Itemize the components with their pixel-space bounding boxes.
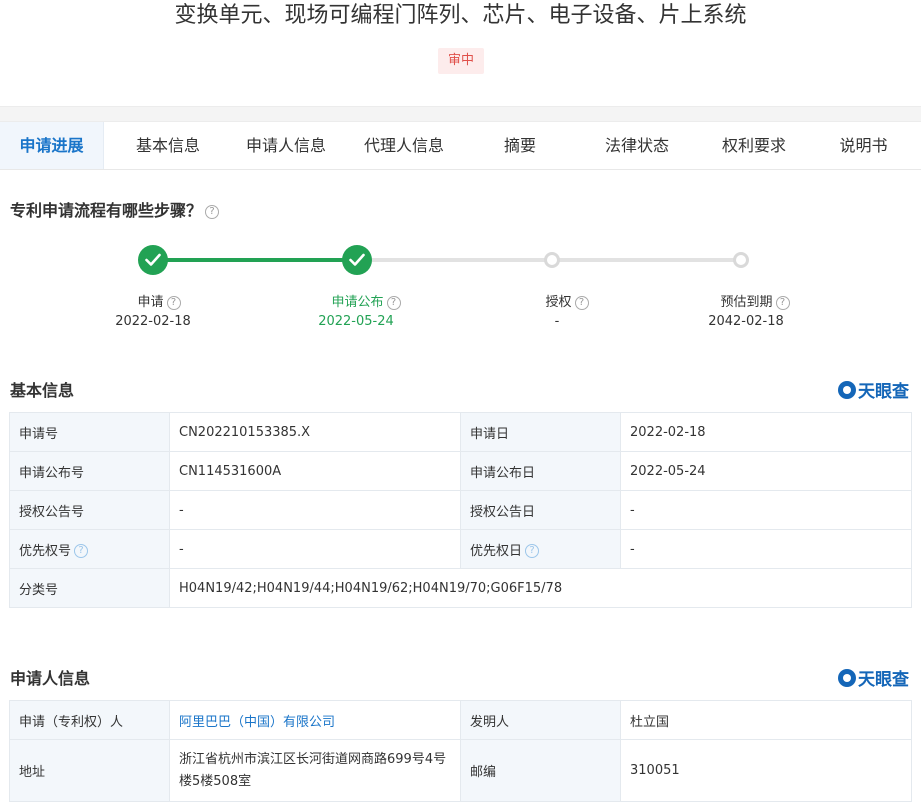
- brand-icon: [838, 668, 856, 687]
- question-circle-icon[interactable]: ?: [166, 295, 181, 310]
- basic-info-table: 申请号 CN202210153385.X 申请日 2022-02-18 申请公布…: [9, 412, 912, 608]
- tab-description[interactable]: 说明书: [806, 122, 921, 169]
- tab-bar: 申请进展 基本信息 申请人信息 代理人信息 摘要 法律状态 权利要求 说明书: [0, 122, 921, 170]
- brand-icon: [838, 380, 856, 399]
- step-todo-marker: [544, 252, 560, 268]
- table-cell-value: -: [169, 529, 461, 569]
- tab-basic-info[interactable]: 基本信息: [104, 122, 232, 169]
- table-cell-value: 杜立国: [620, 700, 912, 740]
- table-cell-value: 阿里巴巴（中国）有限公司: [169, 700, 461, 740]
- table-cell-value: -: [620, 490, 912, 530]
- table-cell-value: 浙江省杭州市滨江区长河街道网商路699号4号楼5楼508室: [169, 739, 461, 802]
- step-date: 2022-05-24: [318, 314, 394, 329]
- table-cell-label: 授权公告日: [460, 490, 621, 530]
- question-circle-icon[interactable]: ?: [775, 295, 790, 310]
- tab-legal-status[interactable]: 法律状态: [572, 122, 702, 169]
- section-divider: [0, 106, 921, 122]
- page-title: 变换单元、现场可编程门阵列、芯片、电子设备、片上系统: [174, 3, 747, 28]
- table-cell-label: 分类号: [9, 568, 170, 608]
- table-row: 地址 浙江省杭州市滨江区长河街道网商路699号4号楼5楼508室 邮编 3100…: [9, 739, 912, 802]
- applicant-info-table: 申请（专利权）人 阿里巴巴（中国）有限公司 发明人 杜立国 地址 浙江省杭州市滨…: [9, 700, 912, 802]
- table-row: 优先权号? - 优先权日? -: [9, 529, 912, 569]
- step-label: 申请公布?: [286, 291, 446, 310]
- progress-heading: 专利申请流程有哪些步骤？?: [10, 197, 220, 221]
- question-circle-icon[interactable]: ?: [205, 204, 220, 219]
- table-cell-label: 授权公告号: [9, 490, 170, 530]
- step-label: 预估到期?: [675, 291, 835, 310]
- table-cell-label: 申请（专利权）人: [9, 700, 170, 740]
- status-badge: 审中: [438, 48, 484, 74]
- table-cell-value: CN114531600A: [169, 451, 461, 491]
- check-icon: [145, 253, 161, 266]
- priority-number-label: 优先权号: [19, 543, 72, 559]
- step-date: -: [554, 314, 560, 329]
- step-done-marker: [342, 245, 372, 275]
- table-row: 分类号 H04N19/42;H04N19/44;H04N19/62;H04N19…: [9, 568, 912, 608]
- tab-applicant-info[interactable]: 申请人信息: [232, 122, 340, 169]
- table-cell-label: 申请号: [9, 412, 170, 452]
- brand-logo[interactable]: 天眼查: [838, 377, 909, 402]
- step-label-text: 申请公布: [331, 295, 384, 310]
- question-circle-icon[interactable]: ?: [74, 544, 89, 558]
- step-done-marker: [138, 245, 168, 275]
- brand-name: 天眼查: [858, 382, 909, 402]
- question-circle-icon[interactable]: ?: [574, 295, 589, 310]
- table-row: 授权公告号 - 授权公告日 -: [9, 490, 912, 530]
- step-label-text: 授权: [545, 295, 572, 310]
- table-cell-value: -: [620, 529, 912, 569]
- table-cell-value: 310051: [620, 739, 912, 802]
- table-row: 申请号 CN202210153385.X 申请日 2022-02-18: [9, 412, 912, 452]
- step-todo-marker: [733, 252, 749, 268]
- step-date: 2042-02-18: [708, 314, 784, 329]
- tab-claims[interactable]: 权利要求: [702, 122, 806, 169]
- table-cell-label: 邮编: [460, 739, 621, 802]
- table-cell-label: 优先权日?: [460, 529, 621, 569]
- table-cell-label: 优先权号?: [9, 529, 170, 569]
- step-label-text: 预估到期: [720, 295, 773, 310]
- classification-value: H04N19/42;H04N19/44;H04N19/62;H04N19/70;…: [169, 568, 912, 608]
- table-cell-label: 申请日: [460, 412, 621, 452]
- table-row: 申请公布号 CN114531600A 申请公布日 2022-05-24: [9, 451, 912, 491]
- question-circle-icon[interactable]: ?: [386, 295, 401, 310]
- table-cell-value: 2022-02-18: [620, 412, 912, 452]
- brand-logo[interactable]: 天眼查: [838, 665, 909, 690]
- applicant-link[interactable]: 阿里巴巴（中国）有限公司: [179, 715, 335, 730]
- tab-progress[interactable]: 申请进展: [0, 122, 104, 169]
- step-date: 2022-02-18: [115, 314, 191, 329]
- tab-agent-info[interactable]: 代理人信息: [340, 122, 468, 169]
- table-cell-label: 地址: [9, 739, 170, 802]
- priority-date-label: 优先权日: [470, 543, 523, 559]
- brand-name: 天眼查: [858, 670, 909, 690]
- applicant-info-heading: 申请人信息: [10, 669, 91, 688]
- tab-abstract[interactable]: 摘要: [468, 122, 572, 169]
- progress-line-done: [153, 258, 357, 262]
- question-circle-icon[interactable]: ?: [525, 544, 540, 558]
- step-label-text: 申请: [137, 295, 164, 310]
- progress-heading-text: 专利申请流程有哪些步骤？: [10, 201, 203, 220]
- table-cell-label: 申请公布日: [460, 451, 621, 491]
- step-label: 授权?: [487, 291, 647, 310]
- table-cell-label: 申请公布号: [9, 451, 170, 491]
- table-cell-value: -: [169, 490, 461, 530]
- table-row: 申请（专利权）人 阿里巴巴（中国）有限公司 发明人 杜立国: [9, 700, 912, 740]
- step-label: 申请?: [79, 291, 239, 310]
- table-cell-value: 2022-05-24: [620, 451, 912, 491]
- basic-info-heading: 基本信息: [10, 381, 75, 400]
- check-icon: [349, 253, 365, 266]
- table-cell-value: CN202210153385.X: [169, 412, 461, 452]
- table-cell-label: 发明人: [460, 700, 621, 740]
